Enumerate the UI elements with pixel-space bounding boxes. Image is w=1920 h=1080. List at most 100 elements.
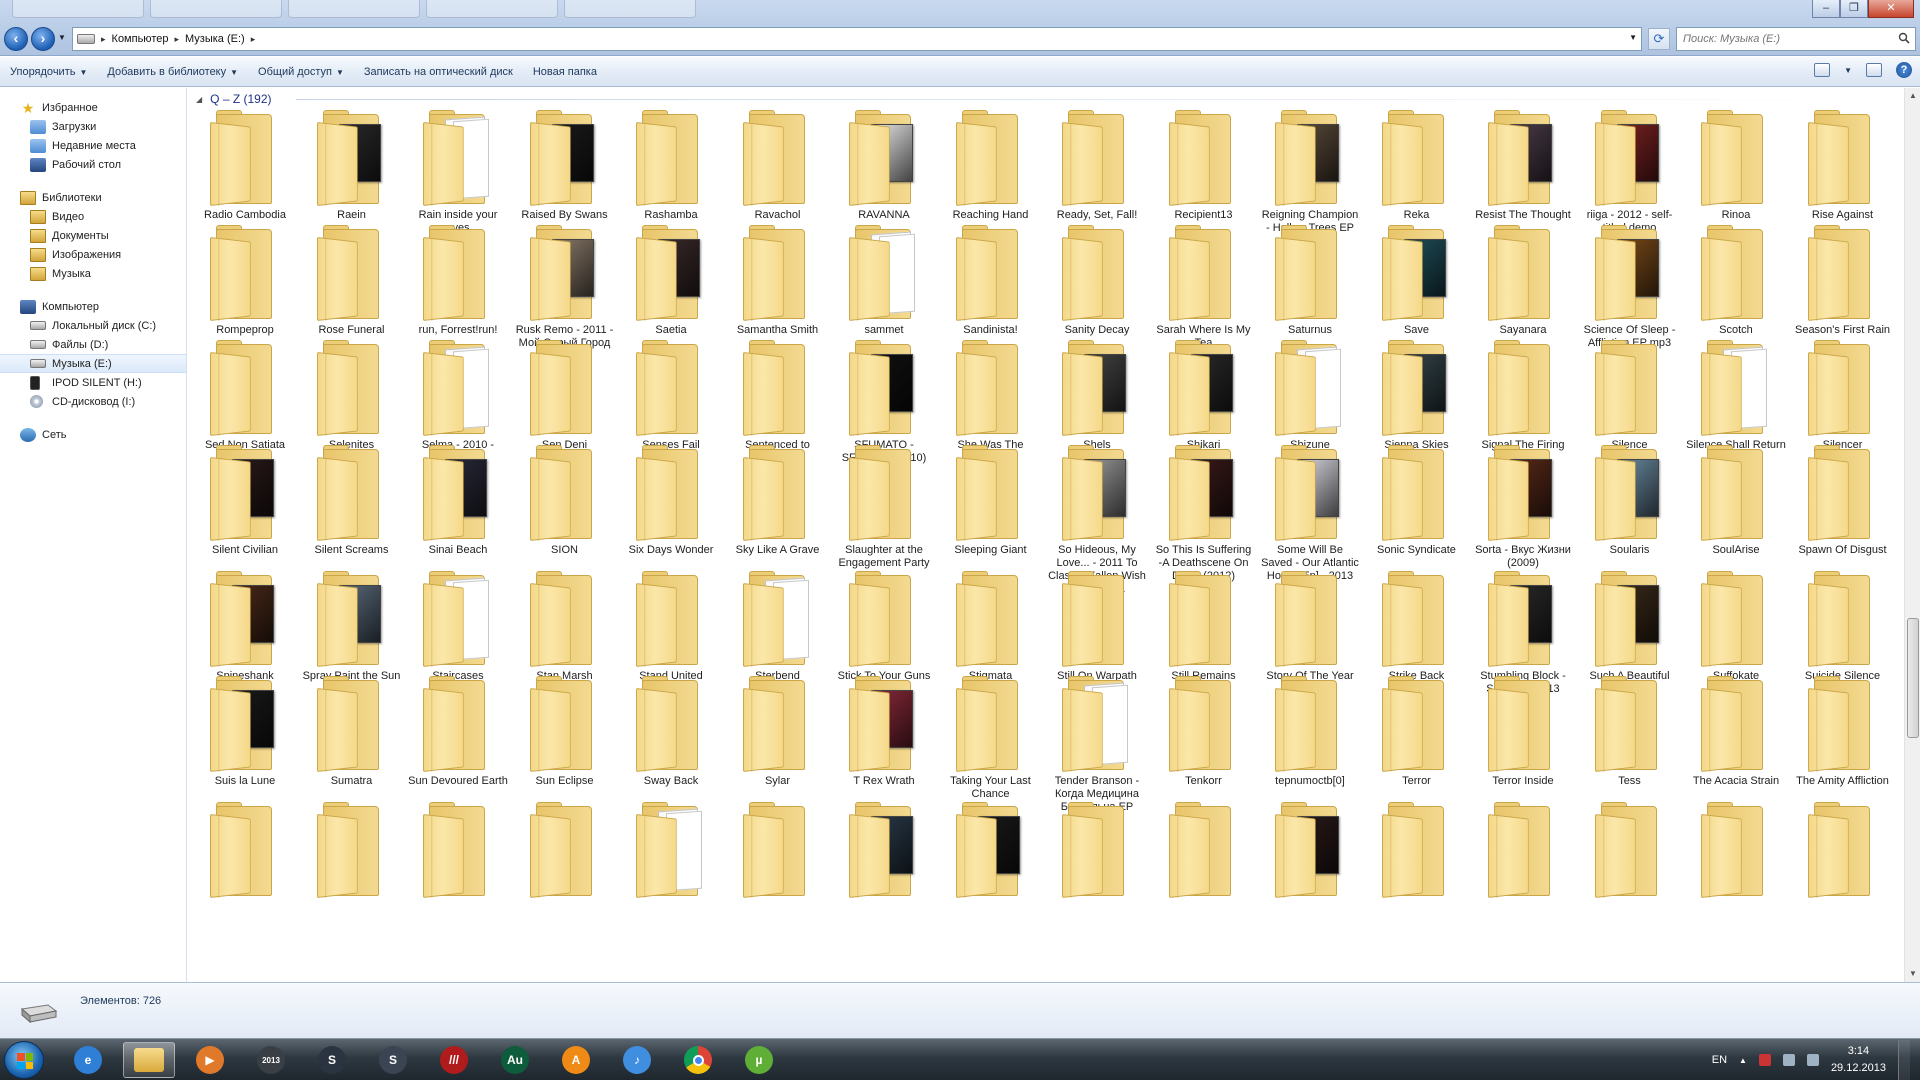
folder-item[interactable]: Sienna Skies xyxy=(1364,340,1470,452)
add-to-library-button[interactable]: Добавить в библиотеку ▼ xyxy=(97,57,248,87)
folder-item[interactable]: Sun Eclipse xyxy=(512,676,618,788)
folder-item[interactable]: Sorta - Вкус Жизни (2009) xyxy=(1470,445,1576,570)
folder-item[interactable] xyxy=(299,802,405,898)
breadcrumb-chevron-icon[interactable]: ▸ xyxy=(101,34,106,45)
address-bar[interactable]: ▸ Компьютер ▸ Музыка (E:) ▸ ▼ xyxy=(72,27,1642,51)
folder-item[interactable]: Raein xyxy=(299,110,405,222)
folder-item[interactable]: Stick To Your Guns xyxy=(831,571,937,683)
folder-item[interactable]: Terror xyxy=(1364,676,1470,788)
folder-item[interactable]: Sun Devoured Earth xyxy=(405,676,511,788)
folder-item[interactable]: Rose Funeral xyxy=(299,225,405,337)
folder-item[interactable]: Sway Back xyxy=(618,676,724,788)
folder-item[interactable]: Slaughter at the Engagement Party xyxy=(831,445,937,570)
network-tray-icon[interactable] xyxy=(1782,1054,1795,1066)
taskbar-app-button[interactable]: S xyxy=(367,1042,419,1078)
background-tab[interactable] xyxy=(288,0,420,18)
close-button[interactable]: ✕ xyxy=(1868,0,1914,18)
breadcrumb-music-drive[interactable]: Музыка (E:) xyxy=(185,33,245,45)
new-folder-button[interactable]: Новая папка xyxy=(523,57,607,87)
minimize-button[interactable]: – xyxy=(1812,0,1840,18)
share-button[interactable]: Общий доступ ▼ xyxy=(248,57,354,87)
folder-item[interactable]: Sterbend xyxy=(725,571,831,683)
folder-item[interactable]: Sylar xyxy=(725,676,831,788)
nav-item-drive-d[interactable]: Файлы (D:) xyxy=(0,335,186,354)
folder-item[interactable] xyxy=(512,802,618,898)
folder-item[interactable] xyxy=(1470,802,1576,898)
folder-item[interactable] xyxy=(1151,802,1257,898)
folder-item[interactable]: riiga - 2012 - self-titled demo xyxy=(1577,110,1683,235)
folder-item[interactable] xyxy=(618,802,724,898)
taskbar-app-button[interactable] xyxy=(672,1042,724,1078)
taskbar-app-button[interactable] xyxy=(123,1042,175,1078)
folder-item[interactable]: RAVANNA xyxy=(831,110,937,222)
show-desktop-button[interactable] xyxy=(1898,1040,1910,1080)
vertical-scrollbar[interactable]: ▲ ▼ xyxy=(1904,88,1920,982)
nav-item-desktop[interactable]: Рабочий стол xyxy=(0,155,186,174)
nav-item-downloads[interactable]: Загрузки xyxy=(0,117,186,136)
folder-item[interactable]: Senses Fail xyxy=(618,340,724,452)
folder-item[interactable]: Selenites xyxy=(299,340,405,452)
change-view-icon[interactable] xyxy=(1814,63,1831,77)
taskbar-app-button[interactable]: A xyxy=(550,1042,602,1078)
folder-item[interactable]: SoulArise xyxy=(1683,445,1789,557)
clock[interactable]: 3:14 29.12.2013 xyxy=(1831,1043,1886,1077)
folder-item[interactable]: Sed Non Satiata xyxy=(192,340,298,452)
folder-item[interactable]: Soularis xyxy=(1577,445,1683,557)
folder-item[interactable]: Sen Deni xyxy=(512,340,618,452)
folder-item[interactable]: sammet xyxy=(831,225,937,337)
breadcrumb-chevron-icon[interactable]: ▸ xyxy=(251,34,256,45)
help-icon[interactable]: ? xyxy=(1896,62,1912,78)
burn-disc-button[interactable]: Записать на оптический диск xyxy=(354,57,523,87)
folder-item[interactable]: Sarah Where Is My Tea xyxy=(1151,225,1257,350)
folder-item[interactable]: The Acacia Strain xyxy=(1683,676,1789,788)
folder-item[interactable]: Shizune xyxy=(1257,340,1363,452)
folder-item[interactable]: Raised By Swans xyxy=(512,110,618,222)
nav-favorites-header[interactable]: ★ Избранное xyxy=(0,98,186,117)
tray-app-icon[interactable] xyxy=(1758,1054,1771,1066)
nav-item-drive-h[interactable]: IPOD SILENT (H:) xyxy=(0,373,186,392)
folder-item[interactable]: Radio Cambodia xyxy=(192,110,298,222)
background-tab[interactable] xyxy=(426,0,558,18)
group-header[interactable]: ◢ Q – Z (192) xyxy=(196,91,1876,107)
folder-item[interactable] xyxy=(405,802,511,898)
folder-item[interactable] xyxy=(831,802,937,898)
folder-item[interactable]: Samantha Smith xyxy=(725,225,831,337)
folder-item[interactable]: Recipient13 xyxy=(1151,110,1257,222)
folder-item[interactable]: Tenkorr xyxy=(1151,676,1257,788)
folder-item[interactable]: Sayanara xyxy=(1470,225,1576,337)
nav-item-drive-e[interactable]: Музыка (E:) xyxy=(0,354,186,373)
folder-item[interactable]: Scotch xyxy=(1683,225,1789,337)
background-tab[interactable] xyxy=(12,0,144,18)
folder-item[interactable]: Rinoa xyxy=(1683,110,1789,222)
forward-button[interactable]: › xyxy=(31,27,55,51)
nav-item-videos[interactable]: Видео xyxy=(0,207,186,226)
view-dropdown-icon[interactable]: ▼ xyxy=(1844,66,1852,75)
folder-item[interactable] xyxy=(1364,802,1470,898)
folder-item[interactable]: Ready, Set, Fall! xyxy=(1044,110,1150,222)
scroll-up-icon[interactable]: ▲ xyxy=(1905,88,1920,104)
back-button[interactable]: ‹ xyxy=(4,27,28,51)
folder-item[interactable]: Sandinista! xyxy=(938,225,1044,337)
taskbar-app-button[interactable]: S xyxy=(306,1042,358,1078)
background-tab[interactable] xyxy=(564,0,696,18)
nav-item-music[interactable]: Музыка xyxy=(0,264,186,283)
folder-item[interactable]: Stan Marsh xyxy=(512,571,618,683)
folder-item[interactable] xyxy=(1790,802,1896,898)
folder-item[interactable]: Saetia xyxy=(618,225,724,337)
folder-item[interactable]: tepnumoctb[0] xyxy=(1257,676,1363,788)
search-icon[interactable] xyxy=(1898,32,1910,44)
taskbar-app-button[interactable]: e xyxy=(62,1042,114,1078)
scrollbar-thumb[interactable] xyxy=(1907,618,1919,738)
folder-item[interactable]: Staircases xyxy=(405,571,511,683)
folder-item[interactable]: Stand United xyxy=(618,571,724,683)
folder-item[interactable] xyxy=(1683,802,1789,898)
folder-item[interactable]: Reka xyxy=(1364,110,1470,222)
folder-item[interactable]: Stigmata xyxy=(938,571,1044,683)
taskbar-app-button[interactable]: /// xyxy=(428,1042,480,1078)
refresh-button[interactable]: ⟳ xyxy=(1648,28,1670,50)
volume-icon[interactable] xyxy=(1806,1054,1819,1066)
folder-item[interactable]: Reigning Champion - Hollow Trees EP xyxy=(1257,110,1363,235)
folder-item[interactable]: Suis la Lune xyxy=(192,676,298,788)
nav-libraries-header[interactable]: Библиотеки xyxy=(0,188,186,207)
folder-item[interactable]: Taking Your Last Chance xyxy=(938,676,1044,801)
